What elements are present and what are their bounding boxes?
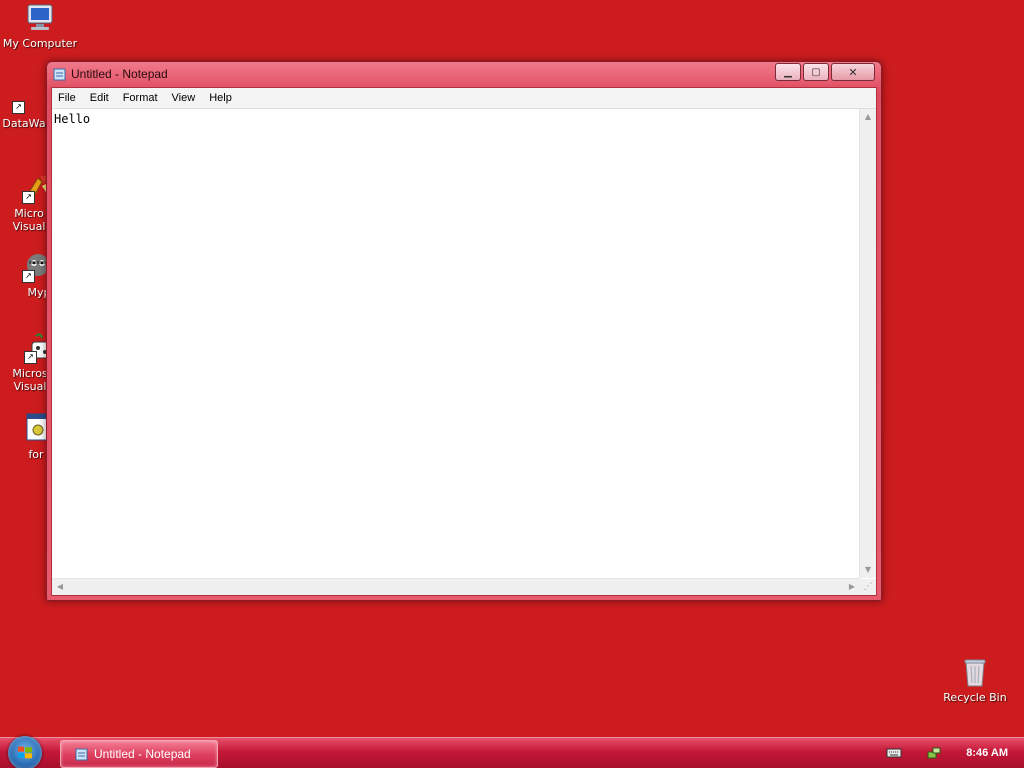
scroll-up-icon[interactable]: ▲ xyxy=(860,109,876,125)
recycle-bin-icon xyxy=(959,656,991,688)
shortcut-arrow-icon: ↗ xyxy=(22,270,35,283)
desktop-icon-recycle-bin[interactable]: Recycle Bin xyxy=(935,656,1015,704)
scroll-right-icon[interactable]: ▶ xyxy=(844,579,860,595)
desktop-icon-label: DataWa xyxy=(2,117,46,130)
shortcut-arrow-icon: ↗ xyxy=(24,351,37,364)
vertical-scrollbar[interactable]: ▲ ▼ xyxy=(859,109,876,578)
notepad-icon xyxy=(75,748,88,760)
desktop-icon-my-computer[interactable]: My Computer xyxy=(0,2,80,50)
window-title: Untitled - Notepad xyxy=(71,67,168,81)
menu-format[interactable]: Format xyxy=(117,92,166,104)
database-icon: ↗ xyxy=(12,86,36,114)
desktop-icon-datawa[interactable]: ↗ DataWa xyxy=(0,86,52,130)
clock[interactable]: 8:46 AM xyxy=(966,747,1008,759)
system-tray: 8:46 AM xyxy=(886,738,1024,768)
start-button[interactable] xyxy=(8,736,42,768)
desktop-icon-label: Recycle Bin xyxy=(943,691,1007,704)
menu-edit[interactable]: Edit xyxy=(84,92,117,104)
keyboard-icon[interactable] xyxy=(886,746,902,760)
minimize-icon: ▁ xyxy=(784,66,792,78)
computer-icon xyxy=(24,2,56,34)
network-icon[interactable] xyxy=(926,746,942,760)
menu-file[interactable]: File xyxy=(52,92,84,104)
close-icon: ✕ xyxy=(848,65,858,79)
taskbar: Untitled - Notepad 8:46 AM xyxy=(0,736,1024,768)
menu-bar: File Edit Format View Help xyxy=(52,88,876,109)
notepad-icon xyxy=(53,68,66,81)
maximize-icon: ▢ xyxy=(811,66,821,78)
windows-logo-icon xyxy=(18,746,32,759)
notepad-window[interactable]: Untitled - Notepad ▁ ▢ ✕ File Edit Forma… xyxy=(46,61,882,601)
minimize-button[interactable]: ▁ xyxy=(775,63,801,81)
resize-grip-icon[interactable]: ⋰ xyxy=(860,579,876,595)
menu-help[interactable]: Help xyxy=(203,92,240,104)
taskbar-item-label: Untitled - Notepad xyxy=(94,747,191,761)
scroll-left-icon[interactable]: ◀ xyxy=(52,579,68,595)
horizontal-scrollbar[interactable]: ◀ ▶ xyxy=(52,578,860,595)
close-button[interactable]: ✕ xyxy=(831,63,875,81)
window-client-area: File Edit Format View Help Hello ▲ ▼ ◀ ▶… xyxy=(51,87,877,596)
shortcut-arrow-icon: ↗ xyxy=(12,101,25,114)
taskbar-item-notepad[interactable]: Untitled - Notepad xyxy=(60,740,218,768)
text-editor[interactable]: Hello xyxy=(52,109,860,578)
shortcut-arrow-icon: ↗ xyxy=(22,191,35,204)
maximize-button[interactable]: ▢ xyxy=(803,63,829,81)
title-bar[interactable]: Untitled - Notepad ▁ ▢ ✕ xyxy=(47,62,881,86)
desktop-icon-label: My Computer xyxy=(2,37,78,50)
scroll-down-icon[interactable]: ▼ xyxy=(860,562,876,578)
menu-view[interactable]: View xyxy=(166,92,204,104)
